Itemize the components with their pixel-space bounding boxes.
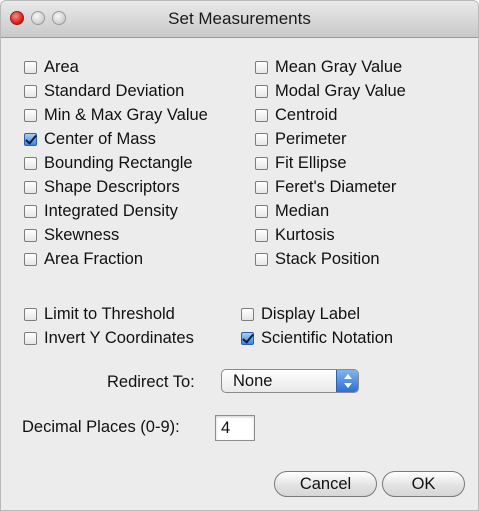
- checkbox-center-of-mass[interactable]: Center of Mass: [24, 128, 156, 150]
- checkbox-scientific-notation[interactable]: Scientific Notation: [241, 327, 393, 349]
- checkbox-centroid[interactable]: Centroid: [255, 104, 337, 126]
- checkbox-stack-position[interactable]: Stack Position: [255, 248, 380, 270]
- checkbox-box[interactable]: [24, 331, 37, 345]
- checkbox-limit-to-threshold[interactable]: Limit to Threshold: [24, 303, 175, 325]
- checkbox-label: Fit Ellipse: [275, 153, 347, 172]
- checkbox-box[interactable]: [255, 156, 268, 170]
- checkbox-box-checked[interactable]: [241, 331, 254, 345]
- checkbox-box[interactable]: [255, 84, 268, 98]
- checkbox-display-label[interactable]: Display Label: [241, 303, 360, 325]
- checkbox-label: Feret's Diameter: [275, 177, 397, 196]
- checkbox-kurtosis[interactable]: Kurtosis: [255, 224, 335, 246]
- checkbox-box[interactable]: [24, 108, 37, 122]
- checkbox-box[interactable]: [255, 252, 268, 266]
- checkbox-fit-ellipse[interactable]: Fit Ellipse: [255, 152, 347, 174]
- checkbox-box[interactable]: [24, 228, 37, 242]
- checkbox-min-max-gray-value[interactable]: Min & Max Gray Value: [24, 104, 208, 126]
- checkbox-label: Perimeter: [275, 129, 347, 148]
- checkbox-box[interactable]: [255, 132, 268, 146]
- checkbox-box[interactable]: [255, 60, 268, 74]
- checkbox-ferets-diameter[interactable]: Feret's Diameter: [255, 176, 396, 198]
- checkbox-box[interactable]: [255, 108, 268, 122]
- checkbox-label: Modal Gray Value: [275, 81, 406, 100]
- checkbox-label: Stack Position: [275, 249, 380, 268]
- checkbox-box[interactable]: [24, 156, 37, 170]
- checkbox-box-checked[interactable]: [24, 132, 37, 146]
- redirect-to-label: Redirect To:: [107, 373, 195, 391]
- ok-button[interactable]: OK: [382, 471, 465, 497]
- checkbox-label: Area: [44, 57, 79, 76]
- decimal-places-label: Decimal Places (0-9):: [22, 418, 180, 436]
- checkbox-label: Center of Mass: [44, 129, 156, 148]
- checkbox-skewness[interactable]: Skewness: [24, 224, 119, 246]
- checkbox-box[interactable]: [255, 180, 268, 194]
- window-title: Set Measurements: [168, 9, 311, 28]
- checkbox-label: Shape Descriptors: [44, 177, 180, 196]
- set-measurements-dialog: Set Measurements Area Standard Deviation…: [0, 0, 479, 511]
- checkbox-box[interactable]: [255, 204, 268, 218]
- checkbox-box[interactable]: [24, 84, 37, 98]
- checkbox-label: Scientific Notation: [261, 328, 394, 347]
- checkbox-label: Median: [275, 201, 330, 220]
- checkbox-label: Integrated Density: [44, 201, 178, 220]
- checkbox-modal-gray-value[interactable]: Modal Gray Value: [255, 80, 406, 102]
- checkbox-shape-descriptors[interactable]: Shape Descriptors: [24, 176, 180, 198]
- title-bar: Set Measurements: [1, 1, 478, 38]
- checkbox-label: Min & Max Gray Value: [44, 105, 208, 124]
- checkbox-label: Display Label: [261, 304, 361, 323]
- checkbox-mean-gray-value[interactable]: Mean Gray Value: [255, 56, 402, 78]
- decimal-places-field[interactable]: [215, 415, 255, 441]
- checkbox-invert-y-coordinates[interactable]: Invert Y Coordinates: [24, 327, 194, 349]
- checkbox-label: Standard Deviation: [44, 81, 185, 100]
- checkbox-area[interactable]: Area: [24, 56, 79, 78]
- checkbox-median[interactable]: Median: [255, 200, 329, 222]
- checkbox-box[interactable]: [241, 307, 254, 321]
- checkbox-box[interactable]: [255, 228, 268, 242]
- checkbox-box[interactable]: [24, 252, 37, 266]
- checkbox-perimeter[interactable]: Perimeter: [255, 128, 347, 150]
- checkbox-box[interactable]: [24, 60, 37, 74]
- checkbox-label: Kurtosis: [275, 225, 335, 244]
- checkbox-label: Bounding Rectangle: [44, 153, 193, 172]
- checkbox-label: Skewness: [44, 225, 120, 244]
- checkbox-area-fraction[interactable]: Area Fraction: [24, 248, 143, 270]
- cancel-button[interactable]: Cancel: [274, 471, 377, 497]
- checkbox-label: Centroid: [275, 105, 338, 124]
- checkbox-box[interactable]: [24, 307, 37, 321]
- redirect-to-select[interactable]: None: [221, 369, 359, 393]
- redirect-selected-value: None: [233, 371, 273, 390]
- checkbox-standard-deviation[interactable]: Standard Deviation: [24, 80, 184, 102]
- checkbox-box[interactable]: [24, 204, 37, 218]
- checkbox-label: Limit to Threshold: [44, 304, 175, 323]
- checkbox-bounding-rectangle[interactable]: Bounding Rectangle: [24, 152, 193, 174]
- checkbox-box[interactable]: [24, 180, 37, 194]
- checkbox-label: Mean Gray Value: [275, 57, 403, 76]
- checkbox-integrated-density[interactable]: Integrated Density: [24, 200, 178, 222]
- checkbox-label: Invert Y Coordinates: [44, 328, 194, 347]
- checkbox-label: Area Fraction: [44, 249, 144, 268]
- select-arrows-icon[interactable]: [336, 370, 358, 392]
